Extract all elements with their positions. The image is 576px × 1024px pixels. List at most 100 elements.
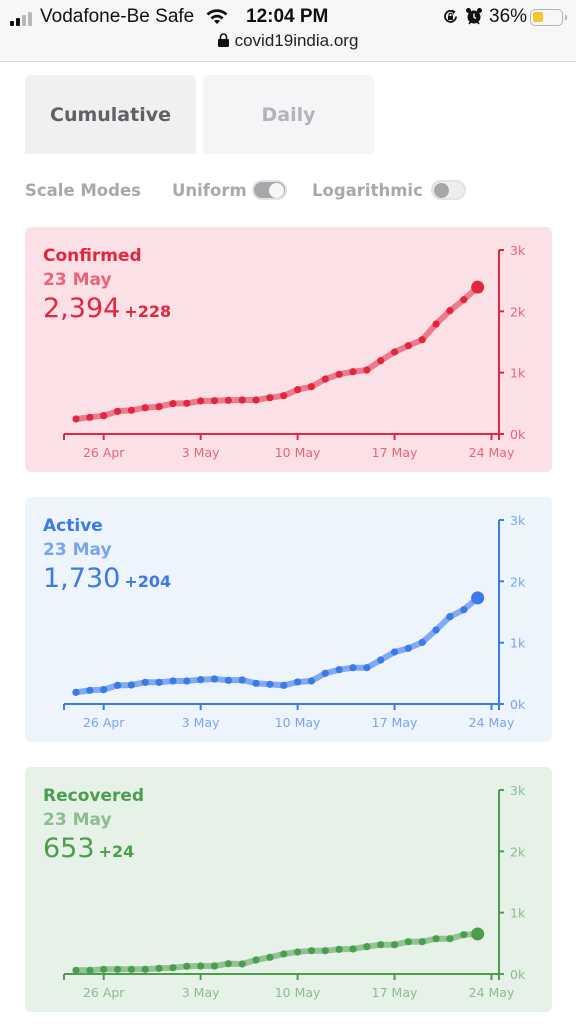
wifi-icon (206, 9, 228, 24)
logarithmic-label: Logarithmic (312, 181, 423, 200)
data-point (238, 396, 246, 404)
x-tick-label: 10 May (275, 445, 321, 460)
address-bar[interactable]: covid19india.org (0, 31, 576, 51)
y-tick-label: 0k (510, 967, 526, 982)
data-point (183, 962, 191, 970)
rotation-lock-icon (444, 9, 457, 23)
data-point (155, 678, 163, 686)
series-line (73, 594, 481, 696)
data-point (404, 342, 412, 350)
data-point (377, 357, 385, 365)
x-tick-label: 17 May (372, 985, 418, 1000)
tab-daily[interactable]: Daily (203, 75, 374, 154)
data-point (141, 678, 149, 686)
card-delta: +24 (98, 842, 135, 861)
lock-icon (217, 33, 229, 47)
data-point (349, 945, 357, 953)
x-tick-label: 10 May (275, 985, 321, 1000)
data-point (307, 383, 316, 391)
card-count: 653 (43, 833, 95, 864)
card-title: Active (43, 516, 103, 536)
uniform-label: Uniform (172, 181, 247, 200)
y-tick-label: 2k (510, 304, 526, 319)
data-point (86, 966, 94, 974)
y-tick-label: 1k (510, 636, 526, 651)
data-point (155, 403, 163, 411)
scale-modes-label: Scale Modes (25, 181, 141, 200)
data-point (127, 406, 135, 414)
latest-data-point (471, 927, 485, 941)
y-tick-label: 1k (510, 906, 526, 921)
card-delta: +204 (124, 572, 172, 591)
y-tick-label: 3k (510, 513, 526, 528)
active-card[interactable]: 26 Apr 3 May 10 May 17 May 24 May 0k 1k 2k 3k Ac… (25, 497, 552, 742)
data-point (294, 948, 302, 956)
y-tick-label: 3k (510, 783, 526, 798)
y-tick-label: 2k (510, 574, 526, 589)
latest-data-point (471, 280, 485, 294)
data-point (100, 686, 108, 694)
data-point (210, 397, 219, 405)
url-text: covid19india.org (234, 31, 359, 50)
x-tick-label: 10 May (275, 715, 321, 730)
data-point (307, 947, 316, 955)
y-tick-label: 3k (510, 243, 526, 258)
data-point (349, 368, 357, 376)
data-point (252, 396, 260, 404)
x-tick-label: 24 May (469, 715, 515, 730)
card-value: 2,394 +228 (43, 293, 171, 324)
active-chart: 26 Apr 3 May 10 May 17 May 24 May 0k 1k 2k 3k (63, 513, 526, 730)
data-point (390, 648, 399, 656)
data-point (280, 950, 288, 958)
confirmed-card[interactable]: 26 Apr 3 May 10 May 17 May 24 May 0k 1k 2k 3k Co… (25, 227, 552, 472)
data-point (404, 644, 412, 652)
data-point (418, 336, 426, 344)
data-point (460, 296, 468, 304)
card-date: 23 May (43, 810, 112, 830)
data-point (183, 399, 191, 407)
recovered-card[interactable]: 26 Apr 3 May 10 May 17 May 24 May 0k 1k 2k 3k Re… (25, 767, 552, 1012)
data-point (377, 656, 385, 664)
data-point (446, 307, 454, 315)
card-title: Recovered (43, 786, 145, 806)
data-point (183, 677, 191, 685)
data-point (446, 613, 454, 621)
data-point (363, 366, 371, 374)
data-point (335, 370, 343, 378)
data-point (335, 666, 343, 674)
data-point (72, 688, 80, 696)
data-point (404, 938, 412, 946)
data-point (418, 938, 426, 946)
series-line (73, 930, 481, 974)
data-point (266, 953, 274, 961)
data-point (72, 415, 80, 423)
data-point (390, 348, 399, 356)
logarithmic-toggle[interactable] (431, 180, 466, 200)
tab-cumulative[interactable]: Cumulative (25, 75, 196, 154)
data-point (113, 965, 122, 973)
data-point (294, 678, 302, 686)
card-count: 2,394 (43, 293, 121, 324)
card-title: Confirmed (43, 246, 142, 266)
data-point (86, 413, 94, 421)
y-tick-label: 1k (510, 366, 526, 381)
y-tick-label: 0k (510, 427, 526, 442)
data-point (363, 943, 371, 951)
data-point (224, 676, 232, 684)
data-point (335, 945, 343, 953)
x-tick-label: 3 May (182, 985, 220, 1000)
data-point (432, 935, 440, 943)
data-point (418, 638, 426, 646)
data-point (197, 676, 205, 684)
uniform-toggle[interactable] (252, 180, 287, 200)
data-point (377, 941, 385, 949)
card-date: 23 May (43, 540, 112, 560)
data-point (100, 412, 108, 420)
data-point (169, 964, 177, 972)
data-point (210, 675, 219, 683)
data-point (224, 396, 232, 404)
data-point (252, 956, 260, 964)
data-point (432, 320, 440, 328)
x-tick-label: 26 Apr (83, 715, 125, 730)
battery-icon (530, 9, 567, 26)
